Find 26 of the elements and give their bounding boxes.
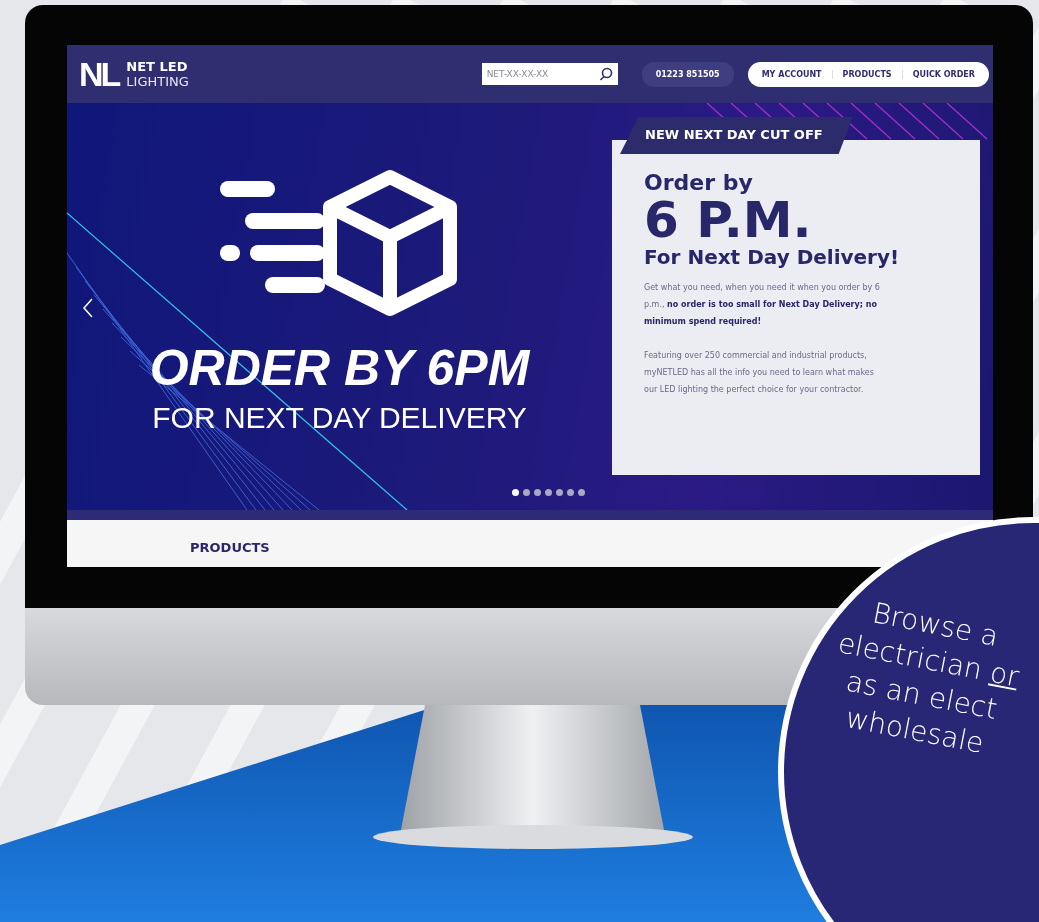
card-paragraph: Featuring over 250 commercial and industrial products, myNETLED has all the info you need to learn what makes our LED lighting the perfect choice for your contractor.: [644, 350, 875, 396]
logo-tagline: LIGHTING: [126, 74, 189, 89]
slide-dot[interactable]: [545, 489, 552, 496]
nav-link[interactable]: MY ACCOUNT: [751, 69, 832, 79]
search-field[interactable]: NET-XX-XX-XX: [481, 63, 618, 85]
nav-link[interactable]: PRODUCTS: [831, 69, 902, 79]
slide-dot[interactable]: [534, 489, 541, 496]
slide-dot[interactable]: [556, 489, 563, 496]
search-icon[interactable]: [598, 67, 613, 81]
chevron-left-icon[interactable]: [82, 298, 94, 318]
slide-dot[interactable]: [523, 489, 530, 496]
logo-name: NET LED: [126, 59, 189, 74]
hero-subheadline: FOR NEXT DAY DELIVERY: [152, 401, 527, 435]
card-tab-label: NEW NEXT DAY CUT OFF: [620, 117, 853, 154]
phone-number[interactable]: 01223 851505: [641, 61, 734, 87]
slide-dot[interactable]: [578, 489, 585, 496]
logo-mark: NL: [79, 54, 119, 94]
nav-link[interactable]: QUICK ORDER: [901, 69, 985, 79]
slide-dot[interactable]: [512, 489, 519, 496]
delivery-box-icon: [219, 169, 460, 317]
card-title: For Next Day Delivery!: [644, 245, 901, 269]
slide-dot[interactable]: [567, 489, 574, 496]
card-lead: Order by: [644, 170, 754, 195]
card-time: 6 P.M.: [644, 195, 813, 245]
card-paragraph: Get what you need, when you need it when you order by 6 p.m., no order is too small for Next Day Delivery; no minimum spend required!: [644, 282, 881, 328]
section-heading: PRODUCTS: [190, 540, 271, 555]
